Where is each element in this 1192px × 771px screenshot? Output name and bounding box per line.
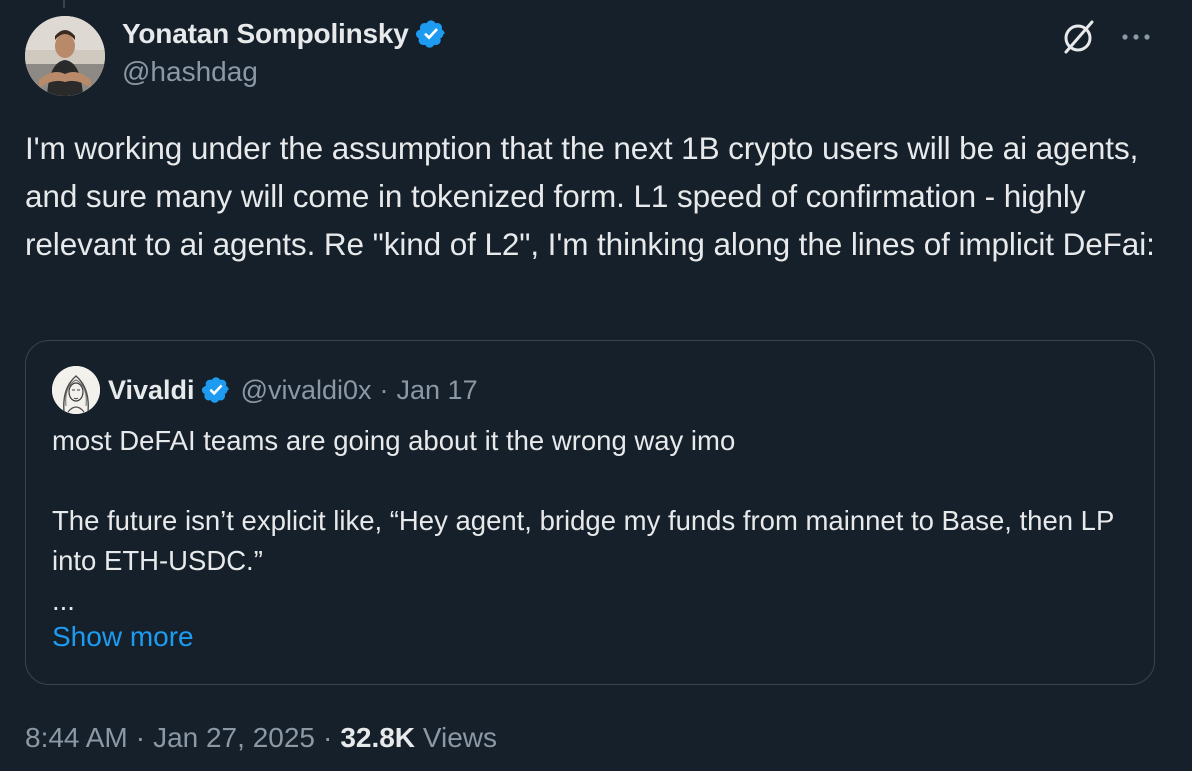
tweet-header: Yonatan Sompolinsky @hashdag (122, 14, 447, 88)
author-display-name[interactable]: Yonatan Sompolinsky (122, 18, 409, 50)
tweet-time[interactable]: 8:44 AM (25, 722, 128, 753)
meta-separator: · (322, 722, 333, 753)
quoted-text-ellipsis: ... (52, 585, 75, 616)
meta-separator: · (135, 722, 146, 753)
quoted-author-avatar[interactable] (52, 366, 100, 414)
quoted-text-line-1: most DeFAI teams are going about it the … (52, 425, 736, 456)
verified-badge-icon[interactable] (415, 18, 447, 50)
quoted-tweet-date[interactable]: Jan 17 (397, 375, 478, 406)
views-label[interactable]: Views (423, 722, 497, 753)
quoted-tweet-card[interactable]: Vivaldi @vivaldi0x · Jan 17 most DeFAI t… (25, 340, 1155, 685)
verified-badge-icon[interactable] (201, 375, 231, 405)
quoted-author-name[interactable]: Vivaldi (108, 375, 195, 406)
thread-connector-line (63, 0, 65, 8)
grok-icon[interactable] (1060, 18, 1098, 56)
author-avatar[interactable] (25, 16, 105, 96)
author-name-row: Yonatan Sompolinsky (122, 14, 447, 54)
tweet-date[interactable]: Jan 27, 2025 (153, 722, 315, 753)
author-avatar-image (25, 16, 105, 96)
show-more-link[interactable]: Show more (52, 621, 194, 653)
quoted-tweet-header: Vivaldi @vivaldi0x · Jan 17 (52, 366, 478, 414)
quoted-author-handle[interactable]: @vivaldi0x (241, 375, 372, 406)
tweet-metadata: 8:44 AM · Jan 27, 2025 · 32.8K Views (25, 722, 497, 754)
quoted-author-avatar-image (52, 366, 100, 414)
quoted-tweet-text: most DeFAI teams are going about it the … (52, 421, 1122, 621)
views-count[interactable]: 32.8K (340, 722, 415, 753)
quoted-header-separator: · (379, 374, 389, 405)
tweet-actions-top (1060, 18, 1154, 56)
more-options-icon[interactable] (1118, 19, 1154, 55)
author-handle[interactable]: @hashdag (122, 56, 447, 88)
tweet-body-text: I'm working under the assumption that th… (25, 130, 1155, 262)
quoted-text-line-2: The future isn’t explicit like, “Hey age… (52, 505, 1114, 576)
